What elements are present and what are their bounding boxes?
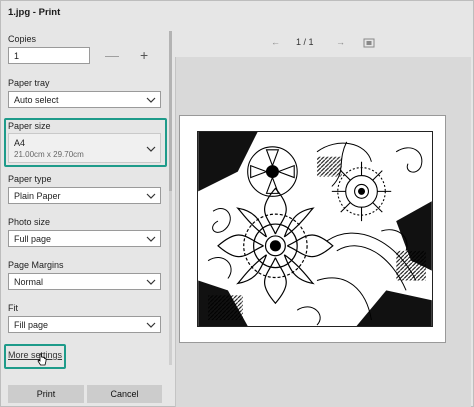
paper-type-label: Paper type	[8, 174, 52, 184]
mandala-coloring-image	[197, 131, 433, 327]
chevron-down-icon	[146, 146, 156, 152]
photo-size-value: Full page	[14, 234, 52, 244]
paper-size-select[interactable]: A4 21.00cm x 29.70cm	[8, 133, 161, 163]
hand-cursor-icon	[37, 353, 47, 366]
paper-size-dimensions: 21.00cm x 29.70cm	[14, 150, 84, 159]
paper-tray-value: Auto select	[14, 95, 59, 105]
scrollbar-thumb[interactable]	[169, 31, 172, 191]
chevron-down-icon	[146, 279, 156, 285]
copies-increment-button[interactable]: +	[140, 47, 148, 64]
photo-size-label: Photo size	[8, 217, 51, 227]
chevron-down-icon	[146, 193, 156, 199]
preview-page	[179, 115, 446, 343]
fit-select[interactable]: Fill page	[8, 316, 161, 333]
fit-page-icon[interactable]	[363, 38, 375, 48]
settings-scrollbar[interactable]	[169, 31, 172, 365]
copies-label: Copies	[8, 34, 37, 44]
paper-type-value: Plain Paper	[14, 191, 61, 201]
chevron-down-icon	[146, 97, 156, 103]
paper-type-select[interactable]: Plain Paper	[8, 187, 161, 204]
fit-label: Fit	[8, 303, 18, 313]
window-title: 1.jpg - Print	[8, 7, 61, 18]
arrow-left-icon[interactable]: ←	[271, 37, 280, 47]
fit-value: Fill page	[14, 320, 49, 330]
arrow-right-icon[interactable]: →	[336, 37, 345, 47]
print-button[interactable]: Print	[8, 385, 84, 403]
more-settings-link[interactable]: More settings	[8, 350, 62, 360]
paper-size-label: Paper size	[8, 121, 51, 131]
paper-size-value: A4	[14, 138, 26, 148]
print-dialog: 1.jpg - Print Copies 1 — + Paper tray Au…	[0, 0, 474, 407]
page-margins-label: Page Margins	[8, 260, 64, 270]
paper-tray-select[interactable]: Auto select	[8, 91, 161, 108]
photo-size-select[interactable]: Full page	[8, 230, 161, 247]
page-margins-value: Normal	[14, 277, 44, 287]
chevron-down-icon	[146, 236, 156, 242]
chevron-down-icon	[146, 322, 156, 328]
copies-input[interactable]: 1	[8, 47, 90, 64]
cancel-button[interactable]: Cancel	[87, 385, 162, 403]
page-margins-select[interactable]: Normal	[8, 273, 161, 290]
copies-decrement-button[interactable]: —	[105, 47, 119, 64]
paper-tray-label: Paper tray	[8, 78, 50, 88]
preview-navigation: ← 1 / 1 →	[271, 37, 381, 51]
page-indicator: 1 / 1	[296, 37, 314, 47]
